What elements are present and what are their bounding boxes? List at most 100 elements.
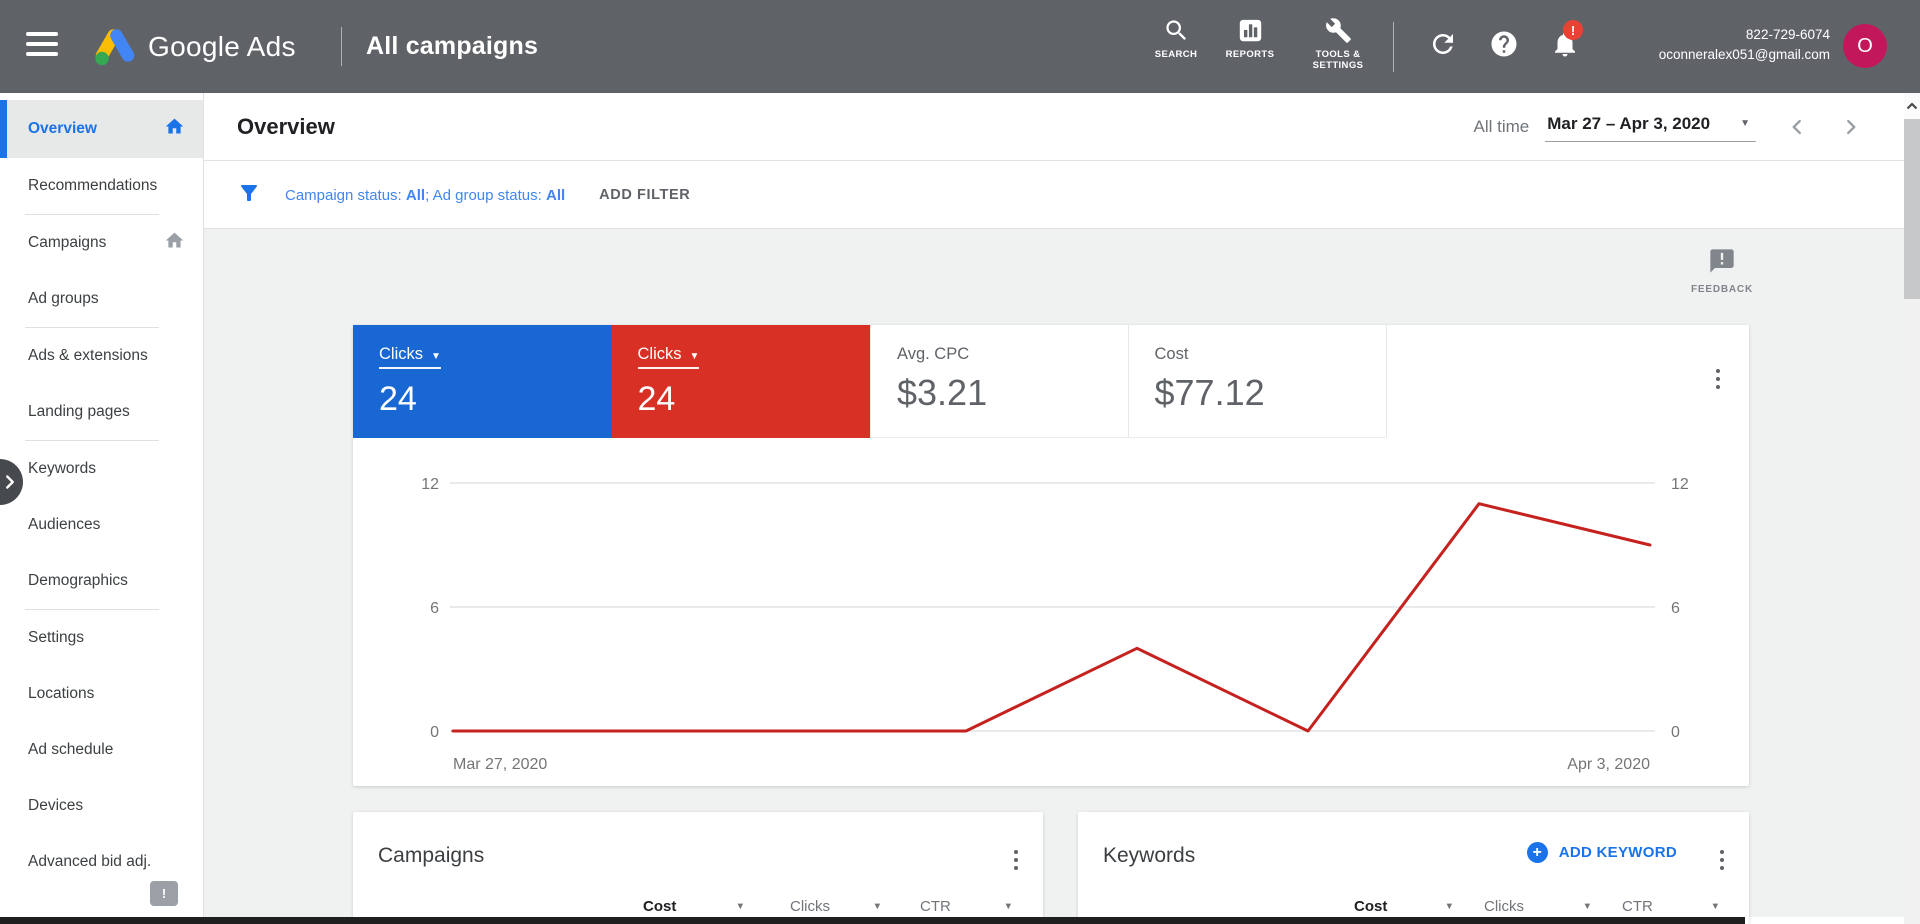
filter-value: All xyxy=(546,186,566,204)
date-range-picker[interactable]: Mar 27 – Apr 3, 2020 ▼ xyxy=(1545,112,1756,142)
column-label: CTR xyxy=(1622,898,1653,915)
feedback-button[interactable]: FEEDBACK xyxy=(1678,247,1766,295)
metric-label: Clicks xyxy=(379,345,423,363)
keywords-column-ctr[interactable]: CTR ▼ xyxy=(1622,898,1720,915)
sidebar-item-settings[interactable]: Settings xyxy=(0,610,203,666)
caret-up-icon xyxy=(1906,102,1918,110)
sidebar-item-label: Recommendations xyxy=(28,177,158,194)
sidebar-item-locations[interactable]: Locations xyxy=(0,666,203,722)
sidebar-item-overview[interactable]: Overview xyxy=(0,100,203,158)
feedback-bubble-icon xyxy=(1708,249,1736,279)
campaigns-card: Campaigns Cost ▼ Clicks ▼ CTR ▼ xyxy=(353,812,1043,924)
campaigns-column-clicks[interactable]: Clicks ▼ xyxy=(790,898,882,915)
account-info[interactable]: 822-729-6074 oconneralex051@gmail.com xyxy=(1659,25,1830,65)
google-ads-logo-icon[interactable] xyxy=(92,24,138,73)
scrollbar-thumb[interactable] xyxy=(1904,119,1920,299)
notification-badge: ! xyxy=(1563,20,1583,40)
reports-button[interactable]: REPORTS xyxy=(1208,17,1292,60)
add-filter-button[interactable]: ADD FILTER xyxy=(599,187,690,203)
metric-label: Clicks xyxy=(637,345,682,363)
sidebar-item-label: Campaigns xyxy=(28,234,107,251)
tools-settings-button[interactable]: TOOLS & SETTINGS xyxy=(1296,17,1380,71)
home-icon xyxy=(164,230,185,256)
feedback-label: FEEDBACK xyxy=(1691,284,1753,295)
metric-value: $3.21 xyxy=(897,372,988,413)
keywords-card: Keywords + ADD KEYWORD Cost ▼ Clicks ▼ C… xyxy=(1078,812,1749,924)
column-label: CTR xyxy=(920,898,951,915)
feedback-bubble-icon[interactable]: ! xyxy=(150,881,178,906)
campaigns-overflow-menu[interactable] xyxy=(1007,848,1025,872)
chart-overflow-menu[interactable] xyxy=(1709,367,1727,391)
sidebar-item-label: Devices xyxy=(28,797,84,814)
filter-status-chip[interactable]: Campaign status: All; Ad group status: A… xyxy=(285,187,565,204)
sidebar-item-keywords[interactable]: Keywords xyxy=(0,441,203,497)
campaigns-card-title: Campaigns xyxy=(378,844,485,867)
column-label: Clicks xyxy=(790,898,830,915)
metric-selector[interactable]: Clicks ▼ xyxy=(379,345,441,369)
metric-selector[interactable]: Clicks ▼ xyxy=(637,345,700,369)
x-axis-label-start: Mar 27, 2020 xyxy=(453,756,547,773)
keywords-column-clicks[interactable]: Clicks ▼ xyxy=(1484,898,1592,915)
column-label: Cost xyxy=(1354,898,1388,915)
sidebar-item-ad-groups[interactable]: Ad groups xyxy=(0,271,203,327)
help-button[interactable] xyxy=(1486,28,1522,64)
search-button[interactable]: SEARCH xyxy=(1134,17,1218,60)
column-label: Cost xyxy=(643,898,677,915)
date-range-prev-button[interactable] xyxy=(1784,114,1810,140)
sidebar-item-label: Ad schedule xyxy=(28,741,114,758)
wrench-icon xyxy=(1325,17,1352,44)
chevron-down-icon: ▼ xyxy=(1444,901,1454,912)
sidebar-item-recommendations[interactable]: Recommendations xyxy=(0,158,203,214)
date-range-value: Mar 27 – Apr 3, 2020 xyxy=(1547,113,1711,133)
y-tick-right: 6 xyxy=(1671,600,1680,617)
header-divider xyxy=(1393,22,1394,72)
sidebar-item-label: Locations xyxy=(28,685,95,702)
y-tick-right: 12 xyxy=(1671,476,1689,493)
plus-circle-icon: + xyxy=(1526,842,1548,863)
sidebar-item-devices[interactable]: Devices xyxy=(0,778,203,834)
refresh-button[interactable] xyxy=(1425,28,1461,64)
keywords-overflow-menu[interactable] xyxy=(1713,848,1731,872)
campaigns-column-ctr[interactable]: CTR ▼ xyxy=(920,898,1013,915)
sidebar-item-landing-pages[interactable]: Landing pages xyxy=(0,384,203,440)
add-keyword-label: ADD KEYWORD xyxy=(1558,844,1677,861)
search-label: SEARCH xyxy=(1154,49,1198,60)
reports-icon xyxy=(1237,17,1264,44)
app-header: Google Ads All campaigns SEARCH REPORTS … xyxy=(0,0,1920,93)
y-tick-left: 0 xyxy=(430,724,439,741)
scorecard-cost: Cost $77.12 xyxy=(1128,325,1387,438)
chevron-down-icon: ▼ xyxy=(1003,901,1013,912)
chevron-down-icon: ▼ xyxy=(1582,901,1592,912)
account-phone: 822-729-6074 xyxy=(1745,27,1830,42)
reports-label: REPORTS xyxy=(1225,49,1275,60)
chevron-down-icon: ▼ xyxy=(735,901,745,912)
keywords-column-cost[interactable]: Cost ▼ xyxy=(1354,898,1454,915)
chevron-down-icon: ▼ xyxy=(689,351,700,362)
hamburger-menu-icon[interactable] xyxy=(26,32,58,60)
metric-value: 24 xyxy=(637,380,676,418)
page-title: Overview xyxy=(237,113,335,139)
overview-chart-card: Clicks ▼ 24 Clicks ▼ 24 Avg. CPC $3.21 Cos… xyxy=(353,325,1749,786)
sidebar-item-label: Overview xyxy=(28,120,97,137)
sidebar-item-label: Ad groups xyxy=(28,290,99,307)
scorecard-strip: Clicks ▼ 24 Clicks ▼ 24 Avg. CPC $3.21 Cos… xyxy=(353,325,1749,438)
sidebar-item-label: Landing pages xyxy=(28,403,130,420)
notifications-button[interactable]: ! xyxy=(1547,20,1583,64)
sidebar-nav: Overview Recommendations Campaigns Ad gr… xyxy=(0,93,204,924)
scrollbar-up-button[interactable] xyxy=(1904,93,1920,119)
vertical-scrollbar[interactable] xyxy=(1904,93,1920,924)
campaigns-column-cost[interactable]: Cost ▼ xyxy=(643,898,745,915)
date-range-control: All time Mar 27 – Apr 3, 2020 ▼ xyxy=(1474,112,1905,142)
home-icon xyxy=(164,116,185,142)
account-context-title: All campaigns xyxy=(366,32,539,60)
header-divider xyxy=(341,27,342,66)
sidebar-item-ad-schedule[interactable]: Ad schedule xyxy=(0,722,203,778)
add-keyword-button[interactable]: + ADD KEYWORD xyxy=(1526,842,1677,863)
avatar[interactable]: O xyxy=(1843,24,1887,68)
sidebar-item-campaigns[interactable]: Campaigns xyxy=(0,215,203,271)
sidebar-item-audiences[interactable]: Audiences xyxy=(0,497,203,553)
column-label: Clicks xyxy=(1484,898,1524,915)
sidebar-item-demographics[interactable]: Demographics xyxy=(0,553,203,609)
sidebar-item-ads-extensions[interactable]: Ads & extensions xyxy=(0,328,203,384)
date-range-next-button[interactable] xyxy=(1838,114,1864,140)
